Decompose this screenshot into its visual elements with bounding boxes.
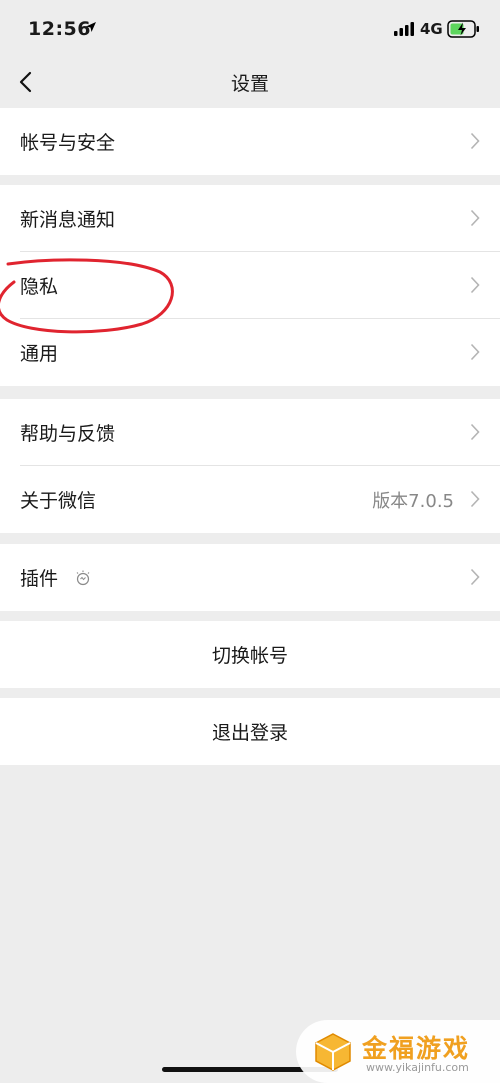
logout-button[interactable]: 退出登录 <box>0 698 500 765</box>
page-title: 设置 <box>230 73 269 95</box>
watermark: 金福游戏 www.yikajinfu.com <box>296 1020 500 1083</box>
highlight-circle-annotation <box>0 258 174 334</box>
row-label: 插件 <box>20 568 59 590</box>
chevron-right-icon <box>470 343 480 361</box>
watermark-url: www.yikajinfu.com <box>366 1061 469 1074</box>
chevron-right-icon <box>470 276 480 294</box>
status-bar: 12:56 4G <box>0 0 500 58</box>
chevron-right-icon <box>470 490 480 508</box>
row-plugins[interactable]: 插件 <box>0 544 500 611</box>
location-arrow-icon <box>86 22 96 32</box>
chevron-right-icon <box>470 423 480 441</box>
row-about-wechat[interactable]: 关于微信 版本7.0.5 <box>0 466 500 533</box>
cube-logo-icon <box>315 1033 351 1071</box>
signal-icon <box>394 22 414 36</box>
nav-bar: 设置 <box>0 58 500 106</box>
row-label: 帐号与安全 <box>20 132 116 154</box>
row-label: 新消息通知 <box>20 209 116 231</box>
version-text: 版本7.0.5 <box>372 491 454 512</box>
row-label: 通用 <box>20 343 59 365</box>
row-account-security[interactable]: 帐号与安全 <box>0 108 500 175</box>
switch-account-group: 切换帐号 <box>0 621 500 688</box>
settings-group-account: 帐号与安全 <box>0 108 500 175</box>
chevron-right-icon <box>470 132 480 150</box>
watermark-name: 金福游戏 <box>362 1034 471 1063</box>
lightbulb-icon <box>76 570 90 586</box>
row-help-feedback[interactable]: 帮助与反馈 <box>0 399 500 466</box>
logout-label: 退出登录 <box>211 722 288 744</box>
chevron-right-icon <box>470 568 480 586</box>
row-label: 关于微信 <box>20 490 97 512</box>
battery-charging-icon <box>447 20 479 38</box>
network-type: 4G <box>420 20 443 38</box>
switch-account-button[interactable]: 切换帐号 <box>0 621 500 688</box>
settings-group-help: 帮助与反馈 关于微信 版本7.0.5 <box>0 399 500 533</box>
chevron-right-icon <box>470 209 480 227</box>
settings-group-plugins: 插件 <box>0 544 500 611</box>
logout-group: 退出登录 <box>0 698 500 765</box>
status-time: 12:56 <box>28 18 91 40</box>
row-label: 帮助与反馈 <box>20 423 116 445</box>
switch-account-label: 切换帐号 <box>211 645 288 667</box>
row-new-message-notify[interactable]: 新消息通知 <box>0 185 500 252</box>
